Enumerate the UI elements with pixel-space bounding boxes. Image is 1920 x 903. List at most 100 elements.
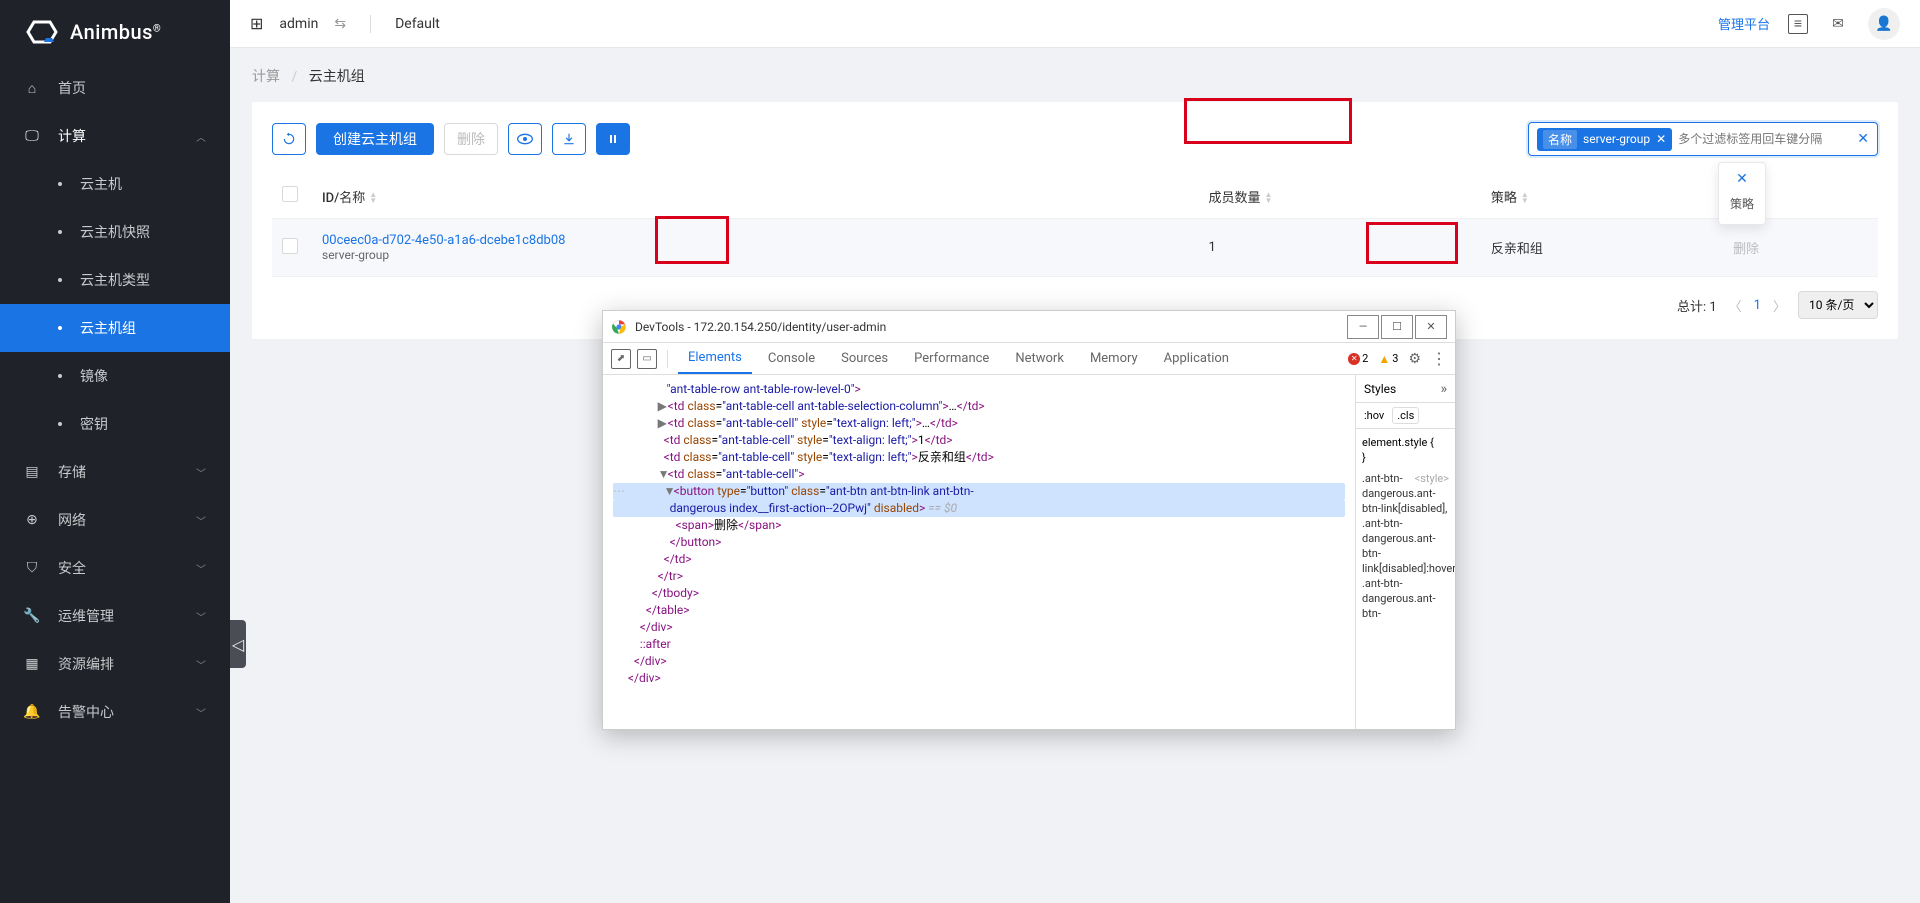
chevron-down-icon: ﹀ xyxy=(196,705,206,720)
inspect-icon[interactable]: ⬈ xyxy=(611,349,631,369)
tab-performance[interactable]: Performance xyxy=(904,343,999,374)
nav-ops[interactable]: 🔧运维管理﹀ xyxy=(0,592,230,640)
sort-icon: ▲▼ xyxy=(369,192,377,204)
row-id-link[interactable]: 00ceec0a-d702-4e50-a1a6-dcebe1c8db08 xyxy=(322,233,1188,248)
view-button[interactable] xyxy=(508,123,542,155)
download-icon xyxy=(562,132,576,146)
logo-icon xyxy=(24,18,60,46)
globe-icon: ⊕ xyxy=(24,512,40,528)
col-id-name[interactable]: ID/名称▲▼ xyxy=(312,174,1198,219)
devtools-titlebar[interactable]: DevTools - 172.20.154.250/identity/user-… xyxy=(603,311,1455,343)
delete-button[interactable]: 删除 xyxy=(444,123,498,155)
eye-icon xyxy=(517,133,533,145)
download-button[interactable] xyxy=(552,123,586,155)
create-button[interactable]: 创建云主机组 xyxy=(316,123,434,155)
topbar-user[interactable]: admin xyxy=(279,16,318,32)
sidebar-item-vm[interactable]: 云主机 xyxy=(0,160,230,208)
sidebar-item-keypair[interactable]: 密钥 xyxy=(0,400,230,448)
sidebar-item-snapshot[interactable]: 云主机快照 xyxy=(0,208,230,256)
sidebar-item-flavor[interactable]: 云主机类型 xyxy=(0,256,230,304)
nav-network[interactable]: ⊕网络﹀ xyxy=(0,496,230,544)
styles-subheader: :hov.cls xyxy=(1356,403,1455,429)
avatar[interactable]: 👤 xyxy=(1868,8,1900,40)
pager-size-select[interactable]: 10 条/页 xyxy=(1798,291,1878,319)
tab-memory[interactable]: Memory xyxy=(1080,343,1148,374)
filter-clear-icon[interactable]: ✕ xyxy=(1857,131,1869,147)
search-input[interactable] xyxy=(1678,123,1847,155)
tab-application[interactable]: Application xyxy=(1154,343,1239,374)
home-icon: ⌂ xyxy=(24,80,40,96)
chevron-down-icon: ﹀ xyxy=(196,513,206,528)
tab-elements[interactable]: Elements xyxy=(678,343,752,374)
pager-page-1[interactable]: 1 xyxy=(1754,298,1761,313)
breadcrumb-parent[interactable]: 计算 xyxy=(252,69,280,85)
nav-home-label: 首页 xyxy=(58,78,86,98)
brand-logo: Animbus® xyxy=(0,0,230,64)
tab-console[interactable]: Console xyxy=(758,343,825,374)
row-checkbox[interactable] xyxy=(282,238,298,254)
select-all-checkbox[interactable] xyxy=(282,186,298,202)
content-card: 创建云主机组 删除 名称 server-group ✕ ✕ xyxy=(252,102,1898,339)
sidebar-item-group[interactable]: 云主机组 xyxy=(0,304,230,352)
styles-panel: Styles» :hov.cls element.style { } <styl… xyxy=(1355,375,1455,729)
filter-dropdown: ✕ 策略 xyxy=(1718,162,1766,225)
toolbar: 创建云主机组 删除 名称 server-group ✕ ✕ xyxy=(272,122,1878,156)
brand-text: Animbus® xyxy=(70,20,161,44)
sidebar: Animbus® ⌂ 首页 🖵 计算 ︿ 云主机 云主机快照 云主机类型 云主机… xyxy=(0,0,230,903)
minimize-button[interactable]: — xyxy=(1347,315,1379,339)
swap-icon[interactable]: ⇆ xyxy=(334,16,346,32)
nav-security[interactable]: ⛉安全﹀ xyxy=(0,544,230,592)
filter-dropdown-item[interactable]: 策略 xyxy=(1719,189,1765,218)
col-members[interactable]: 成员数量▲▼ xyxy=(1198,174,1480,219)
platform-link[interactable]: 管理平台 xyxy=(1718,14,1770,33)
filter-tag-remove-icon[interactable]: ✕ xyxy=(1656,132,1666,146)
nav-orchestration[interactable]: ▦资源编排﹀ xyxy=(0,640,230,688)
topbar-scope[interactable]: Default xyxy=(395,16,440,32)
nav-storage[interactable]: ▤存储﹀ xyxy=(0,448,230,496)
sort-icon: ▲▼ xyxy=(1521,192,1529,204)
close-button[interactable]: ✕ xyxy=(1415,315,1447,339)
filter-dropdown-close-icon[interactable]: ✕ xyxy=(1719,169,1765,189)
pause-button[interactable] xyxy=(596,123,630,155)
list-icon[interactable]: ≡ xyxy=(1788,14,1808,34)
table-row: 00ceec0a-d702-4e50-a1a6-dcebe1c8db08 ser… xyxy=(272,219,1878,277)
pager-next-icon[interactable]: 〉 xyxy=(1773,296,1786,315)
app-grid-icon[interactable]: ⊞ xyxy=(250,14,263,33)
storage-icon: ▤ xyxy=(24,464,40,480)
warning-badge[interactable]: ▲3 xyxy=(1378,352,1398,366)
chevron-down-icon: ﹀ xyxy=(196,465,206,480)
sidebar-item-image[interactable]: 镜像 xyxy=(0,352,230,400)
devtools-body: "ant-table-row ant-table-row-level-0"> ▶… xyxy=(603,375,1455,729)
tab-network[interactable]: Network xyxy=(1005,343,1074,374)
expand-icon[interactable]: » xyxy=(1440,381,1447,397)
pager-prev-icon[interactable]: 〈 xyxy=(1729,296,1742,315)
data-table: ID/名称▲▼ 成员数量▲▼ 策略▲▼ 操作 00ceec0a-d702-4e5… xyxy=(272,174,1878,277)
styles-body[interactable]: element.style { } <style>.ant-btn-danger… xyxy=(1356,429,1455,729)
pause-icon xyxy=(607,133,619,145)
gear-icon[interactable]: ⚙ xyxy=(1408,351,1421,367)
styles-header: Styles» xyxy=(1356,375,1455,403)
filter-tag-label: 名称 xyxy=(1543,130,1577,149)
refresh-icon xyxy=(282,132,296,146)
error-badge[interactable]: ✕2 xyxy=(1348,352,1368,365)
col-policy[interactable]: 策略▲▼ xyxy=(1481,174,1723,219)
nav-alert[interactable]: 🔔告警中心﹀ xyxy=(0,688,230,736)
maximize-button[interactable]: ☐ xyxy=(1381,315,1413,339)
row-delete-button[interactable]: 删除 xyxy=(1733,238,1759,257)
topbar-left: ⊞ admin ⇆ Default xyxy=(250,14,440,33)
tab-sources[interactable]: Sources xyxy=(831,343,898,374)
nav-home[interactable]: ⌂ 首页 xyxy=(0,64,230,112)
nav-compute[interactable]: 🖵 计算 ︿ xyxy=(0,112,230,160)
monitor-icon: 🖵 xyxy=(24,128,40,144)
topbar-right: 管理平台 ≡ ✉ 👤 xyxy=(1718,8,1900,40)
elements-panel[interactable]: "ant-table-row ant-table-row-level-0"> ▶… xyxy=(603,375,1355,729)
more-icon[interactable]: ⋮ xyxy=(1431,349,1447,368)
device-icon[interactable]: ▭ xyxy=(637,349,657,369)
mail-icon[interactable]: ✉ xyxy=(1826,12,1850,36)
refresh-button[interactable] xyxy=(272,123,306,155)
devtools-title: DevTools - 172.20.154.250/identity/user-… xyxy=(635,320,1339,334)
row-name: server-group xyxy=(322,248,1188,262)
filter-input-box[interactable]: 名称 server-group ✕ ✕ xyxy=(1528,122,1878,156)
sort-icon: ▲▼ xyxy=(1264,192,1272,204)
filter-wrap: 名称 server-group ✕ ✕ ✕ 策略 xyxy=(1528,122,1878,156)
